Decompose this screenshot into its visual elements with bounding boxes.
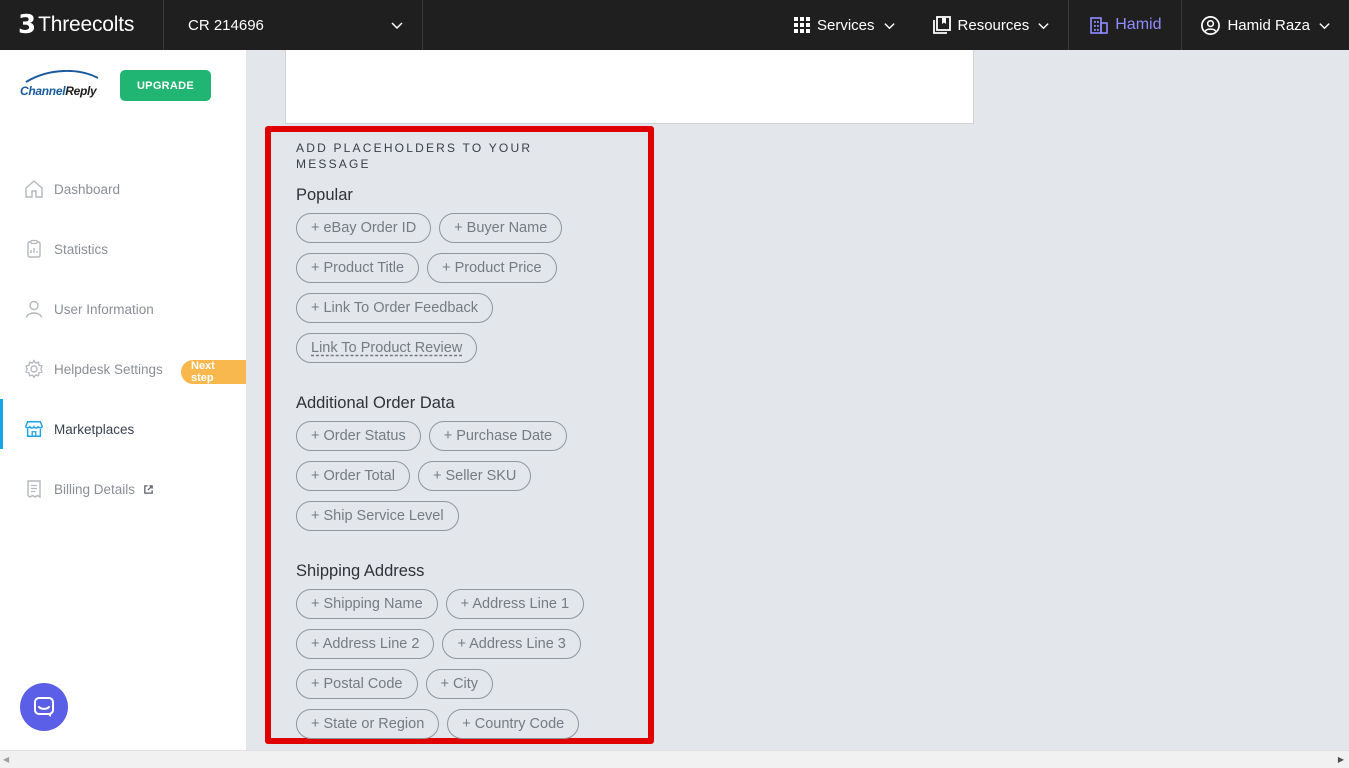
organization-label: Hamid — [1115, 16, 1162, 33]
sidebar-item-label: User Information — [54, 301, 154, 317]
resources-label: Resources — [957, 16, 1030, 34]
chip-group-shipping-address: + Shipping Name + Address Line 1 + Addre… — [296, 589, 626, 749]
external-link-icon — [144, 484, 153, 494]
placeholders-panel: ADD PLACEHOLDERS TO YOUR MESSAGE Popular… — [296, 140, 646, 749]
placeholder-chip-ship-service-level[interactable]: + Ship Service Level — [296, 501, 459, 531]
sidebar-item-label: Statistics — [54, 241, 109, 257]
chevron-down-icon — [1319, 22, 1330, 29]
placeholders-title: ADD PLACEHOLDERS TO YOUR MESSAGE — [296, 141, 533, 171]
group-title-additional-order-data: Additional Order Data — [296, 394, 455, 412]
organization-switcher[interactable]: Hamid — [1068, 0, 1183, 50]
placeholder-chip-ebay-order-id[interactable]: + eBay Order ID — [296, 213, 432, 243]
placeholder-chip-purchase-date[interactable]: + Purchase Date — [428, 421, 568, 451]
placeholder-chip-postal-code[interactable]: + Postal Code — [296, 669, 418, 699]
user-menu[interactable]: Hamid Raza — [1182, 0, 1349, 50]
resources-menu[interactable]: Resources — [914, 0, 1069, 50]
placeholder-chip-link-to-order-feedback[interactable]: + Link To Order Feedback — [296, 293, 493, 323]
chevron-down-icon — [1038, 22, 1049, 29]
placeholder-chip-address-line-1[interactable]: + Address Line 1 — [445, 589, 585, 619]
placeholder-chip-state-or-region[interactable]: + State or Region — [296, 709, 440, 739]
brand-name: Threecolts — [38, 13, 135, 36]
sidebar-item-marketplaces[interactable]: Marketplaces — [0, 399, 246, 459]
group-title-popular: Popular — [296, 186, 353, 204]
placeholder-chip-product-title[interactable]: + Product Title — [296, 253, 420, 283]
account-selector-label: CR 214696 — [188, 16, 264, 34]
sidebar-item-billing-details[interactable]: Billing Details — [0, 459, 246, 519]
group-title-shipping-address: Shipping Address — [296, 562, 425, 580]
placeholder-chip-address-line-2[interactable]: + Address Line 2 — [296, 629, 435, 659]
book-icon — [932, 16, 951, 34]
chat-launcher-button[interactable] — [20, 683, 68, 731]
services-label: Services — [817, 16, 875, 34]
services-menu[interactable]: Services — [775, 0, 914, 50]
chip-label: Link To Product Review — [311, 340, 463, 356]
gear-icon — [24, 359, 44, 379]
placeholder-chip-link-to-product-review[interactable]: Link To Product Review — [296, 333, 478, 363]
sidebar-item-statistics[interactable]: Statistics — [0, 219, 246, 279]
placeholder-chip-buyer-name[interactable]: + Buyer Name — [439, 213, 563, 243]
placeholder-chip-shipping-name[interactable]: + Shipping Name — [296, 589, 438, 619]
placeholder-chip-address-line-3[interactable]: + Address Line 3 — [442, 629, 581, 659]
sidebar: ChannelReply UPGRADE Dashboard Statistic… — [0, 50, 246, 750]
sidebar-item-dashboard[interactable]: Dashboard — [0, 159, 246, 219]
placeholder-chip-seller-sku[interactable]: + Seller SKU — [417, 461, 532, 491]
user-circle-icon — [1201, 15, 1221, 35]
horizontal-scrollbar[interactable]: ◀ ▶ — [0, 750, 1349, 768]
sidebar-item-label: Helpdesk Settings — [54, 361, 163, 377]
chevron-down-icon — [391, 22, 403, 30]
clipboard-icon — [24, 239, 44, 259]
chip-group-popular: + eBay Order ID + Buyer Name + Product T… — [296, 213, 626, 373]
grid-icon — [794, 17, 810, 33]
user-icon — [24, 299, 44, 319]
home-icon — [24, 179, 44, 199]
scroll-right-arrow-icon[interactable]: ▶ — [1338, 755, 1344, 764]
threecolts-logo[interactable]: 3 Threecolts — [0, 0, 164, 50]
top-navigation-bar: 3 Threecolts CR 214696 Services Resource… — [0, 0, 1349, 50]
chevron-down-icon — [883, 22, 895, 29]
chat-icon — [34, 697, 54, 717]
sidebar-item-label: Billing Details — [54, 481, 136, 497]
sidebar-item-user-information[interactable]: User Information — [0, 279, 246, 339]
billing-icon — [24, 479, 44, 499]
placeholder-chip-city[interactable]: + City — [425, 669, 493, 699]
building-icon — [1090, 17, 1109, 34]
placeholder-chip-country-code[interactable]: + Country Code — [447, 709, 580, 739]
sidebar-menu: Dashboard Statistics User Information He… — [0, 159, 246, 519]
logo-swoosh-icon — [25, 70, 99, 83]
chip-group-additional-order-data: + Order Status + Purchase Date + Order T… — [296, 421, 626, 541]
placeholder-chip-order-status[interactable]: + Order Status — [296, 421, 421, 451]
account-selector[interactable]: CR 214696 — [164, 0, 423, 50]
user-name-label: Hamid Raza — [1227, 16, 1310, 34]
message-editor-box[interactable] — [285, 50, 974, 124]
next-step-badge: Next step — [181, 360, 246, 384]
upgrade-button[interactable]: UPGRADE — [120, 70, 211, 101]
store-icon — [24, 419, 44, 439]
channelreply-logo[interactable]: ChannelReply — [20, 70, 102, 98]
sidebar-item-label: Dashboard — [54, 181, 121, 197]
sidebar-item-helpdesk-settings[interactable]: Helpdesk Settings Next step — [0, 339, 246, 399]
logo-text-channel: Channel — [20, 84, 66, 98]
scroll-left-arrow-icon[interactable]: ◀ — [3, 755, 9, 764]
sidebar-item-label: Marketplaces — [54, 421, 135, 437]
placeholder-chip-product-price[interactable]: + Product Price — [427, 253, 557, 283]
placeholder-chip-order-total[interactable]: + Order Total — [296, 461, 410, 491]
logo-text-reply: Reply — [65, 84, 97, 98]
brand-mark: 3 — [18, 10, 37, 40]
